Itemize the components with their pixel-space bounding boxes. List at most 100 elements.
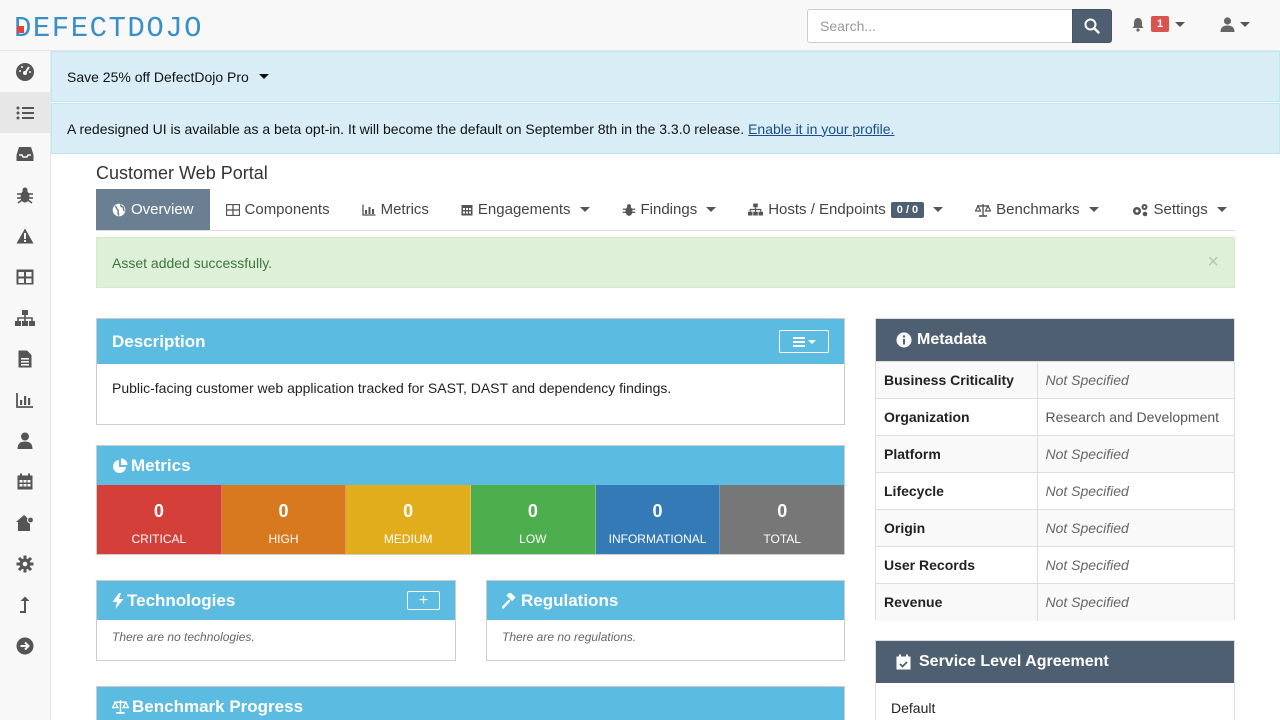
- balance-scale-icon: [112, 700, 129, 714]
- tab-metrics[interactable]: Metrics: [346, 189, 445, 230]
- chevron-down-icon: [579, 207, 590, 212]
- metric-label: INFORMATIONAL: [608, 532, 707, 546]
- product-tabs: Overview Components Metrics Engagements …: [96, 189, 1235, 231]
- bug-icon: [17, 187, 33, 204]
- level-up-icon: [20, 596, 30, 613]
- sidebar-item-questionnaires[interactable]: [0, 584, 50, 625]
- sidebar-item-risk[interactable]: [0, 215, 50, 256]
- panel-title: Technologies: [127, 590, 236, 610]
- table-row: Business Criticality Not Specified: [876, 361, 1234, 399]
- home-gear-icon: [16, 514, 34, 531]
- sidebar: [0, 51, 51, 720]
- sidebar-item-calendar[interactable]: [0, 461, 50, 502]
- description-panel-header: Description: [97, 319, 844, 364]
- metadata-key: Organization: [876, 398, 1038, 436]
- chart-icon: [16, 392, 33, 408]
- metadata-value: Not Specified: [1037, 435, 1234, 473]
- sidebar-item-reports[interactable]: [0, 338, 50, 379]
- tab-label: Components: [244, 201, 330, 218]
- chevron-down-icon: [807, 339, 816, 344]
- metrics-panel-header: Metrics: [97, 446, 844, 485]
- sidebar-item-dashboard[interactable]: [0, 51, 50, 92]
- sla-panel-header: Service Level Agreement: [876, 641, 1234, 683]
- metric-label: TOTAL: [763, 532, 801, 546]
- metadata-key: Platform: [876, 435, 1038, 473]
- table-row: Platform Not Specified: [876, 435, 1234, 473]
- document-icon: [18, 350, 32, 367]
- inbox-icon: [16, 146, 34, 161]
- metadata-key: Revenue: [876, 583, 1038, 621]
- tab-benchmarks[interactable]: Benchmarks: [959, 189, 1114, 230]
- sidebar-item-metrics[interactable]: [0, 379, 50, 420]
- chevron-down-icon: [1216, 207, 1227, 212]
- warning-icon: [16, 228, 34, 243]
- sidebar-item-engagements[interactable]: [0, 133, 50, 174]
- metadata-value: Not Specified: [1037, 472, 1234, 510]
- tab-components[interactable]: Components: [210, 189, 346, 230]
- regulations-panel-header: Regulations: [487, 581, 844, 620]
- calendar-icon: [17, 473, 33, 490]
- metric-value: 0: [652, 501, 663, 521]
- metric-informational[interactable]: 0 INFORMATIONAL: [595, 485, 721, 554]
- metric-low[interactable]: 0 LOW: [471, 485, 596, 554]
- chevron-down-icon: [258, 74, 269, 79]
- metric-value: 0: [777, 501, 788, 521]
- metric-value: 0: [278, 501, 289, 521]
- tab-label: Overview: [131, 201, 194, 218]
- metric-high[interactable]: 0 HIGH: [221, 485, 347, 554]
- technologies-panel: Technologies + There are no technologies…: [96, 580, 456, 661]
- metric-label: LOW: [519, 532, 547, 546]
- description-text: Public-facing customer web application t…: [112, 380, 672, 396]
- sidebar-item-system-settings[interactable]: [0, 502, 50, 543]
- tab-findings[interactable]: Findings: [606, 189, 733, 230]
- sidebar-item-endpoints[interactable]: [0, 297, 50, 338]
- tab-settings[interactable]: Settings: [1115, 189, 1243, 230]
- tab-engagements[interactable]: Engagements: [445, 189, 606, 230]
- add-technology-button[interactable]: +: [407, 591, 440, 610]
- description-menu-button[interactable]: [779, 330, 829, 353]
- metric-critical[interactable]: 0 CRITICAL: [97, 485, 222, 554]
- close-icon[interactable]: ×: [1207, 251, 1219, 274]
- chevron-down-icon: [933, 207, 944, 212]
- search-input[interactable]: [807, 9, 1073, 43]
- search-icon: [1084, 18, 1100, 34]
- globe-icon: [112, 203, 126, 216]
- metric-medium[interactable]: 0 MEDIUM: [346, 485, 472, 554]
- table-row: Organization Research and Development: [876, 398, 1234, 436]
- bolt-icon: [112, 592, 124, 609]
- sidebar-item-components[interactable]: [0, 256, 50, 297]
- sidebar-item-assets[interactable]: [0, 92, 50, 133]
- panel-title: Description: [112, 331, 206, 351]
- defectdojo-logo[interactable]: DEFECTDOJO: [14, 11, 258, 41]
- sidebar-item-configuration[interactable]: [0, 543, 50, 584]
- sitemap-icon: [15, 309, 35, 326]
- dashboard-icon: [16, 62, 34, 81]
- metadata-value: Not Specified: [1037, 361, 1234, 399]
- metric-label: HIGH: [268, 532, 299, 546]
- notifications-dropdown[interactable]: 1: [1131, 16, 1186, 32]
- promo-banner[interactable]: Save 25% off DefectDojo Pro: [51, 51, 1280, 102]
- pie-chart-icon: [113, 458, 128, 473]
- tab-label: Benchmarks: [996, 201, 1080, 218]
- sitemap-icon: [748, 203, 764, 216]
- search-button[interactable]: [1072, 9, 1112, 43]
- severity-metrics-row: 0 CRITICAL 0 HIGH 0 MEDIUM 0 LOW 0 INFOR…: [97, 485, 845, 554]
- metadata-value: Not Specified: [1037, 509, 1234, 547]
- sidebar-item-users[interactable]: [0, 420, 50, 461]
- user-menu-dropdown[interactable]: [1220, 17, 1250, 32]
- promo-text: Save 25% off DefectDojo Pro: [67, 68, 249, 85]
- sidebar-item-findings[interactable]: [0, 174, 50, 215]
- tab-overview[interactable]: Overview: [96, 189, 210, 230]
- enable-beta-link[interactable]: Enable it in your profile.: [748, 121, 894, 137]
- success-alert: Asset added successfully. ×: [96, 237, 1235, 288]
- sidebar-item-collapse[interactable]: [0, 625, 50, 666]
- sla-panel: Service Level Agreement Default: [875, 640, 1235, 720]
- bug-icon: [622, 203, 635, 216]
- beta-notice: A redesigned UI is available as a beta o…: [51, 103, 1280, 154]
- balance-scale-icon: [975, 203, 992, 217]
- tab-hosts-endpoints[interactable]: Hosts / Endpoints 0 / 0: [732, 189, 959, 230]
- info-circle-icon: [896, 332, 912, 348]
- metric-total[interactable]: 0 TOTAL: [720, 485, 845, 554]
- tab-label: Findings: [640, 201, 698, 218]
- metric-value: 0: [527, 501, 538, 521]
